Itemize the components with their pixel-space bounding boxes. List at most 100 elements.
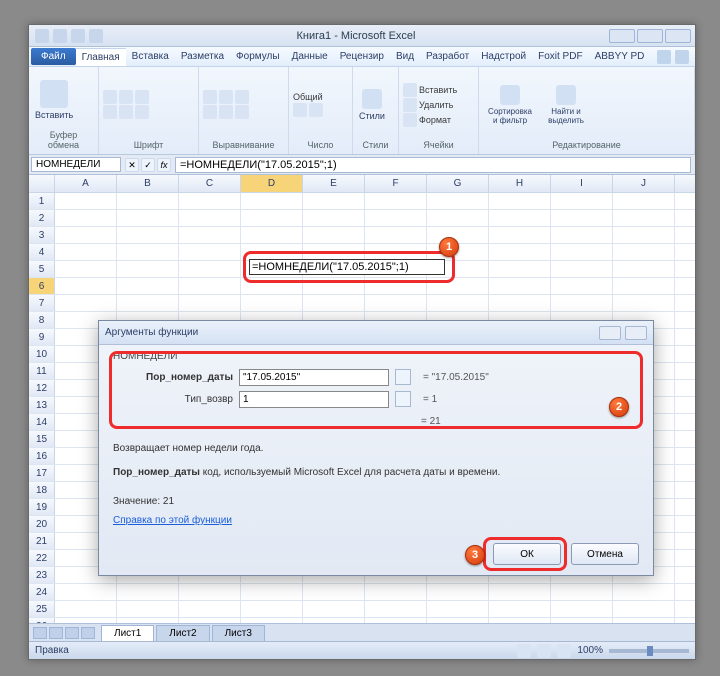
row-header[interactable]: 20: [29, 516, 55, 532]
cell[interactable]: [241, 601, 303, 617]
find-button[interactable]: Найти и выделить: [539, 83, 593, 127]
cell[interactable]: [489, 210, 551, 226]
dialog-help-icon[interactable]: [599, 326, 621, 340]
cancel-formula-icon[interactable]: ✕: [125, 158, 139, 172]
formula-bar[interactable]: =НОМНЕДЕЛИ("17.05.2015";1): [175, 157, 691, 173]
outdent-icon[interactable]: [219, 105, 233, 119]
view-normal-icon[interactable]: [517, 644, 531, 658]
save-icon[interactable]: [53, 29, 67, 43]
row-header[interactable]: 12: [29, 380, 55, 396]
cell[interactable]: [613, 278, 675, 294]
cell[interactable]: [551, 261, 613, 277]
cell[interactable]: [303, 584, 365, 600]
cell[interactable]: [551, 227, 613, 243]
cell[interactable]: [55, 193, 117, 209]
paste-button[interactable]: Вставить: [33, 78, 75, 122]
number-format[interactable]: Общий: [293, 92, 323, 102]
delete-row-icon[interactable]: [403, 98, 417, 112]
minimize-button[interactable]: [609, 29, 635, 43]
fx-icon[interactable]: fx: [157, 158, 171, 172]
italic-icon[interactable]: [119, 90, 133, 104]
align-center-icon[interactable]: [219, 90, 233, 104]
minimize-ribbon-icon[interactable]: [675, 50, 689, 64]
cell[interactable]: [551, 193, 613, 209]
tab-formulas[interactable]: Формулы: [230, 48, 286, 65]
cell[interactable]: [303, 601, 365, 617]
zoom-slider[interactable]: [609, 649, 689, 653]
row-header[interactable]: 6: [29, 278, 55, 294]
cell[interactable]: [551, 295, 613, 311]
tab-review[interactable]: Рецензир: [334, 48, 390, 65]
cell[interactable]: [303, 227, 365, 243]
cell[interactable]: [179, 584, 241, 600]
align-left-icon[interactable]: [203, 90, 217, 104]
row-header[interactable]: 22: [29, 550, 55, 566]
insert-row-icon[interactable]: [403, 83, 417, 97]
cell[interactable]: [241, 210, 303, 226]
col-header[interactable]: F: [365, 175, 427, 192]
cell[interactable]: [241, 295, 303, 311]
row-header[interactable]: 2: [29, 210, 55, 226]
dialog-titlebar[interactable]: Аргументы функции: [99, 321, 653, 345]
tab-view[interactable]: Вид: [390, 48, 420, 65]
row-header[interactable]: 23: [29, 567, 55, 583]
row-header[interactable]: 7: [29, 295, 55, 311]
sheet-tab-1[interactable]: Лист1: [101, 625, 154, 641]
col-header[interactable]: D: [241, 175, 303, 192]
cell[interactable]: [55, 261, 117, 277]
accept-formula-icon[interactable]: ✓: [141, 158, 155, 172]
row-header[interactable]: 15: [29, 431, 55, 447]
help-link[interactable]: Справка по этой функции: [113, 515, 232, 526]
cell[interactable]: [365, 601, 427, 617]
cell[interactable]: [427, 295, 489, 311]
cell[interactable]: [117, 584, 179, 600]
cell[interactable]: [117, 210, 179, 226]
cell[interactable]: [551, 244, 613, 260]
cell[interactable]: [117, 193, 179, 209]
cell[interactable]: [489, 295, 551, 311]
cell[interactable]: [489, 244, 551, 260]
maximize-button[interactable]: [637, 29, 663, 43]
cell[interactable]: [117, 261, 179, 277]
col-header[interactable]: A: [55, 175, 117, 192]
sheet-nav-prev-icon[interactable]: [49, 627, 63, 639]
cell[interactable]: [179, 278, 241, 294]
styles-button[interactable]: Стили: [357, 87, 387, 123]
col-header[interactable]: C: [179, 175, 241, 192]
cell[interactable]: [489, 278, 551, 294]
col-header[interactable]: B: [117, 175, 179, 192]
cell[interactable]: [613, 295, 675, 311]
sheet-nav-first-icon[interactable]: [33, 627, 47, 639]
tab-foxit[interactable]: Foxit PDF: [532, 48, 588, 65]
tab-data[interactable]: Данные: [286, 48, 334, 65]
row-header[interactable]: 10: [29, 346, 55, 362]
row-header[interactable]: 24: [29, 584, 55, 600]
cell[interactable]: [365, 227, 427, 243]
cell[interactable]: [551, 601, 613, 617]
fill-icon[interactable]: [119, 105, 133, 119]
tab-layout[interactable]: Разметка: [175, 48, 230, 65]
row-header[interactable]: 19: [29, 499, 55, 515]
redo-icon[interactable]: [89, 29, 103, 43]
cell[interactable]: [365, 584, 427, 600]
cell[interactable]: [365, 193, 427, 209]
underline-icon[interactable]: [135, 90, 149, 104]
row-header[interactable]: 17: [29, 465, 55, 481]
cell[interactable]: [613, 584, 675, 600]
sort-filter-button[interactable]: Сортировка и фильтр: [483, 83, 537, 127]
view-layout-icon[interactable]: [537, 644, 551, 658]
row-header[interactable]: 21: [29, 533, 55, 549]
font-color-icon[interactable]: [135, 105, 149, 119]
cell[interactable]: [613, 227, 675, 243]
col-header[interactable]: H: [489, 175, 551, 192]
tab-addins[interactable]: Надстрой: [475, 48, 532, 65]
cell[interactable]: [241, 227, 303, 243]
row-header[interactable]: 1: [29, 193, 55, 209]
name-box[interactable]: [31, 157, 121, 172]
row-header[interactable]: 13: [29, 397, 55, 413]
cancel-button[interactable]: Отмена: [571, 543, 639, 565]
dialog-close-icon[interactable]: [625, 326, 647, 340]
col-header[interactable]: G: [427, 175, 489, 192]
tab-abbyy[interactable]: ABBYY PD: [589, 48, 651, 65]
cell[interactable]: [551, 210, 613, 226]
